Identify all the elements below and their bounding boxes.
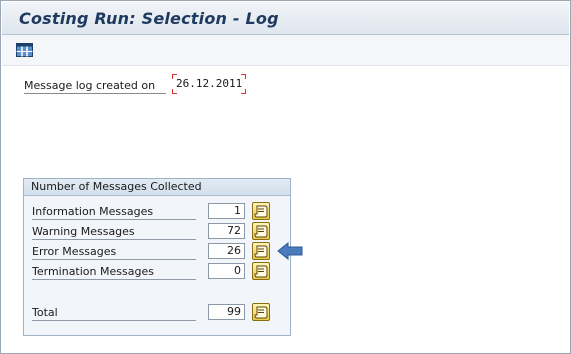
count-field: 0 (208, 263, 245, 279)
count-field: 72 (208, 223, 245, 239)
row-label: Information Messages (32, 204, 196, 220)
log-created-label: Message log created on (24, 79, 166, 94)
page-title: Costing Run: Selection - Log (19, 9, 279, 28)
layout-grid-icon[interactable] (16, 42, 33, 58)
scroll-icon[interactable] (252, 202, 270, 220)
left-arrow-icon (277, 241, 303, 263)
content-area: Message log created on 26.12.2011 Number… (2, 66, 569, 353)
scroll-icon[interactable] (252, 222, 270, 240)
total-label: Total (32, 305, 196, 321)
count-field: 1 (208, 203, 245, 219)
scroll-icon[interactable] (252, 303, 270, 321)
count-field: 26 (208, 243, 245, 259)
scroll-icon[interactable] (252, 262, 270, 280)
title-bar: Costing Run: Selection - Log (2, 2, 569, 35)
scroll-icon[interactable] (252, 242, 270, 260)
total-count-field: 99 (208, 304, 245, 320)
row-label: Warning Messages (32, 224, 196, 240)
window: Costing Run: Selection - Log Message log… (0, 0, 571, 354)
messages-group-title: Number of Messages Collected (24, 179, 290, 196)
toolbar (2, 35, 569, 66)
messages-group: Number of Messages Collected Information… (23, 178, 291, 336)
log-date-field[interactable]: 26.12.2011 (172, 74, 246, 94)
row-label: Termination Messages (32, 264, 196, 280)
row-label: Error Messages (32, 244, 196, 260)
log-date-value: 26.12.2011 (176, 77, 243, 90)
